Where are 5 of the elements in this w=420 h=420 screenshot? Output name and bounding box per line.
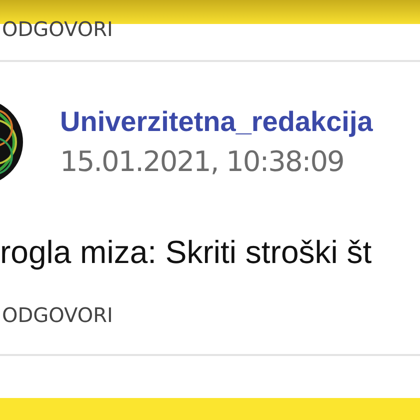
reply-button[interactable]: ODGOVORI [0,304,113,326]
comment-text: rogla miza: Skriti stroški št [0,234,373,270]
author-name[interactable]: Univerzitetna_redakcija [60,106,373,138]
reply-button[interactable]: ODGOVORI [0,18,113,40]
timestamp: 15.01.2021, 10:38:09 [60,146,345,178]
